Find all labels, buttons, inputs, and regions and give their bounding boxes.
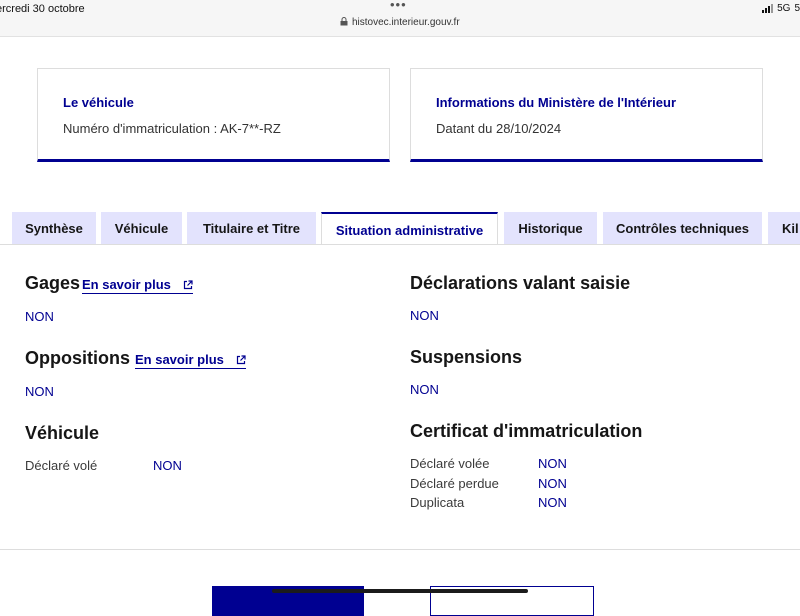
declare-vole-label: Déclaré volé [25, 458, 98, 473]
declare-volee-label: Déclaré volée [410, 456, 490, 471]
suspensions-title: Suspensions [410, 347, 523, 367]
oppositions-title: Oppositions [25, 348, 130, 368]
lock-icon [340, 17, 348, 26]
external-link-icon [236, 355, 246, 365]
declarations-saisie-title: Déclarations valant saisie [410, 273, 631, 293]
declarations-saisie-value: NON [410, 308, 439, 323]
report-date: Datant du 28/10/2024 [436, 121, 562, 136]
tab-situation-administrative[interactable]: Situation administrative [321, 212, 498, 246]
tab-titulaire-titre[interactable]: Titulaire et Titre [187, 212, 316, 245]
gages-title: Gages [25, 273, 81, 293]
registration-number: Numéro d'immatriculation : AK-7**-RZ [63, 121, 281, 136]
tab-bar: Synthèse Véhicule Titulaire et Titre Sit… [0, 212, 800, 246]
external-link-icon [183, 280, 193, 290]
suspensions-value: NON [410, 382, 439, 397]
tab-synthese[interactable]: Synthèse [12, 212, 96, 245]
browser-status-bar: ercredi 30 octobre ••• histovec.interieu… [0, 0, 800, 37]
vehicule-title: Véhicule [25, 423, 100, 443]
declare-perdue-label: Déclaré perdue [410, 476, 499, 491]
situation-panel: Gages En savoir plus NON Oppositions En … [0, 244, 800, 550]
gages-value: NON [25, 309, 54, 324]
more-options-icon[interactable]: ••• [390, 0, 407, 12]
gages-more-link-text: En savoir plus [82, 277, 171, 292]
tab-controles-techniques[interactable]: Contrôles techniques [603, 212, 762, 245]
gages-more-link[interactable]: En savoir plus [82, 277, 193, 294]
battery-level: 5 [794, 3, 800, 14]
tab-kilometrage[interactable]: Kil [768, 212, 800, 245]
network-type: 5G [777, 3, 791, 14]
duplicata-value: NON [538, 495, 567, 510]
vehicle-card-title: Le véhicule [63, 95, 134, 110]
tab-vehicule[interactable]: Véhicule [101, 212, 182, 245]
declare-vole-value: NON [153, 458, 182, 473]
home-indicator[interactable] [272, 589, 528, 593]
vehicle-card: Le véhicule Numéro d'immatriculation : A… [37, 68, 390, 162]
declare-volee-value: NON [538, 456, 567, 471]
certificat-title: Certificat d'immatriculation [410, 421, 643, 441]
duplicata-label: Duplicata [410, 495, 465, 510]
ministry-card: Informations du Ministère de l'Intérieur… [410, 68, 763, 162]
status-indicators: 5G 5 [762, 3, 800, 14]
oppositions-more-link[interactable]: En savoir plus [135, 352, 246, 369]
oppositions-more-link-text: En savoir plus [135, 352, 224, 367]
ministry-card-title: Informations du Ministère de l'Intérieur [436, 95, 677, 110]
oppositions-value: NON [25, 384, 54, 399]
tab-historique[interactable]: Historique [504, 212, 597, 245]
declare-perdue-value: NON [538, 476, 567, 491]
address-bar[interactable]: histovec.interieur.gouv.fr [340, 17, 460, 28]
status-date: ercredi 30 octobre [0, 3, 85, 15]
url-text: histovec.interieur.gouv.fr [352, 17, 460, 28]
signal-icon [762, 4, 774, 13]
